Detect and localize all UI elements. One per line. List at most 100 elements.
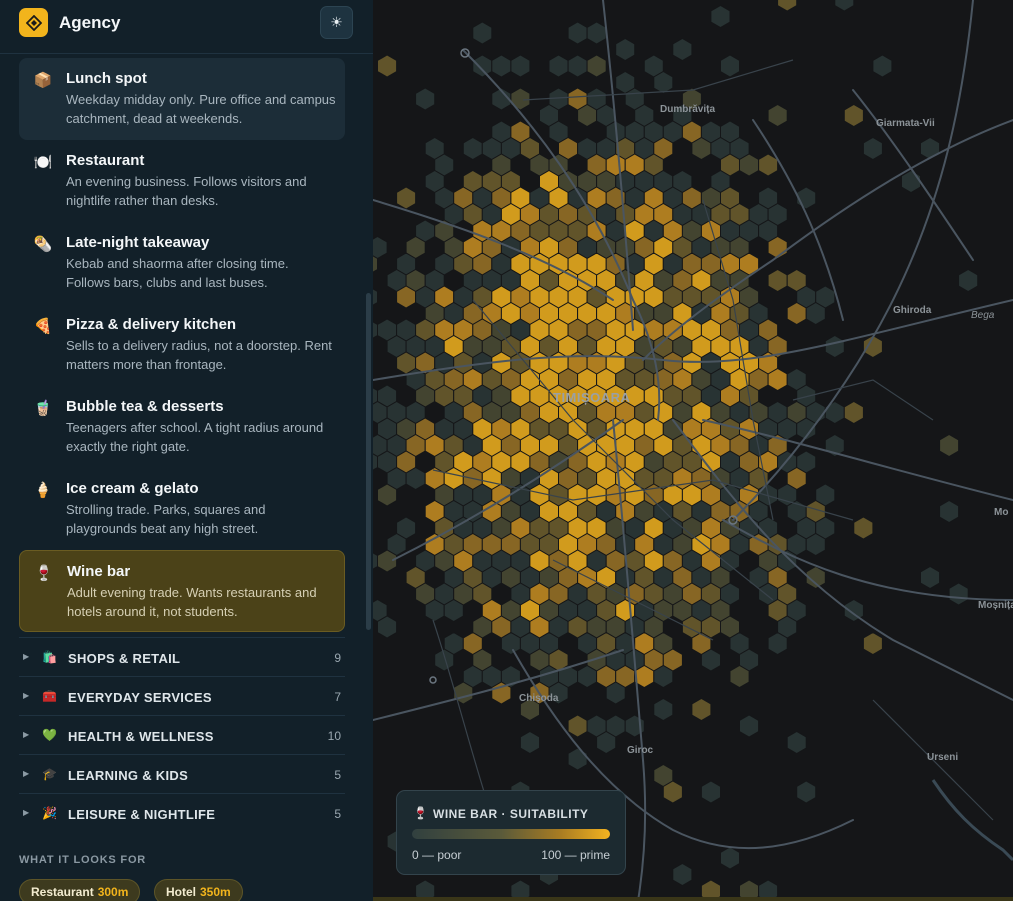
hex-cell — [462, 136, 483, 161]
hex-cell — [491, 54, 512, 78]
group-learning-kids[interactable]: ▶ 🎓 LEARNING & KIDS 5 — [19, 754, 345, 793]
junction-marker — [429, 676, 437, 684]
business-card-description: Kebab and shaorma after closing time. Fo… — [66, 256, 289, 290]
group-leisure-nightlife[interactable]: ▶ 🎉 LEISURE & NIGHTLIFE 5 — [19, 793, 345, 832]
pizza-icon: 🍕 — [33, 318, 53, 335]
business-card-title: Late-night takeaway — [66, 234, 210, 251]
hex-cell — [805, 532, 826, 557]
caret-right-icon: ▶ — [23, 691, 30, 700]
hex-cell — [691, 136, 712, 161]
graduation-cap-icon: 🎓 — [42, 767, 57, 781]
hex-cell — [510, 54, 531, 78]
business-card-pizza-delivery[interactable]: 🍕 Pizza & delivery kitchen Sells to a de… — [19, 304, 345, 386]
place-label: Urseni — [927, 752, 959, 763]
hex-cell — [824, 400, 845, 425]
party-icon: 🎉 — [42, 806, 57, 820]
business-card-restaurant[interactable]: 🍽️ Restaurant An evening business. Follo… — [19, 140, 345, 222]
hex-cell — [786, 301, 807, 326]
hex-cell — [796, 780, 817, 804]
business-card-description: Strolling trade. Parks, squares and play… — [66, 502, 266, 536]
place-label: Giarmata-Vii — [876, 118, 935, 129]
business-card-title: Lunch spot — [66, 70, 147, 87]
group-health-wellness[interactable]: ▶ 💚 HEALTH & WELLNESS 10 — [19, 715, 345, 754]
hex-cell — [373, 288, 378, 306]
theme-toggle-button[interactable]: ☀ — [320, 6, 353, 39]
business-card-description: Weekday midday only. Pure office and cam… — [66, 92, 336, 126]
group-shops-retail[interactable]: ▶ 🛍️ SHOPS & RETAIL 9 — [19, 637, 345, 676]
sidebar-header: Agency ☀ — [0, 0, 373, 54]
hex-cell — [767, 631, 788, 656]
map-bottom-edge — [373, 897, 1013, 901]
river-label: Bega — [971, 310, 995, 321]
app-title: Agency — [59, 13, 121, 32]
shopping-bag-icon: 🛍️ — [42, 650, 57, 664]
hex-cell — [519, 730, 540, 755]
hex-cell — [653, 70, 674, 95]
hex-cell — [901, 169, 921, 194]
chip-label: Restaurant — [31, 885, 94, 899]
river — [931, 779, 1013, 862]
hex-cell — [939, 499, 960, 524]
hex-cell — [415, 87, 436, 111]
heart-icon: 💚 — [42, 728, 57, 742]
criteria-chip-restaurant: Restaurant 300m — [19, 879, 141, 901]
group-count: 5 — [334, 768, 341, 782]
app-logo — [19, 8, 48, 37]
chip-label: Hotel — [166, 885, 196, 899]
hex-cell — [739, 714, 760, 738]
hex-cell — [700, 780, 721, 804]
hex-cell — [843, 103, 864, 128]
hex-cell — [720, 54, 740, 78]
bubble-tea-icon: 🧋 — [33, 400, 53, 417]
legend-gradient-bar — [412, 829, 610, 839]
business-card-lunch-spot[interactable]: 📦 Lunch spot Weekday midday only. Pure o… — [19, 58, 345, 140]
sidebar-scrollbar[interactable] — [366, 293, 371, 630]
ice-cream-icon: 🍦 — [33, 482, 53, 499]
legend-title: WINE BAR · SUITABILITY — [433, 807, 589, 821]
hex-cell — [377, 483, 398, 507]
business-card-late-night-takeaway[interactable]: 🌯 Late-night takeaway Kebab and shaorma … — [19, 222, 345, 304]
group-everyday-services[interactable]: ▶ 🧰 EVERYDAY SERVICES 7 — [19, 676, 345, 715]
hex-cell — [586, 21, 607, 45]
hex-cell — [373, 552, 378, 570]
business-card-title: Bubble tea & desserts — [66, 398, 224, 415]
business-card-description: An evening business. Follows visitors an… — [66, 174, 307, 208]
hex-cell — [405, 466, 426, 491]
group-label: LEARNING & KIDS — [68, 768, 189, 783]
business-card-bubble-tea[interactable]: 🧋 Bubble tea & desserts Teenagers after … — [19, 386, 345, 468]
place-label: Ghiroda — [893, 305, 932, 316]
hex-cell — [396, 285, 417, 309]
hex-cell — [396, 186, 417, 210]
group-count: 10 — [327, 729, 341, 743]
business-card-ice-cream[interactable]: 🍦 Ice cream & gelato Strolling trade. Pa… — [19, 468, 345, 550]
hex-cell — [605, 681, 626, 705]
takeout-box-icon: 📦 — [33, 72, 53, 89]
hex-cell — [805, 301, 826, 326]
hex-cell — [373, 235, 388, 260]
legend-min-label: 0 — poor — [412, 848, 462, 862]
hex-cell — [853, 516, 874, 540]
hex-cell — [843, 400, 864, 425]
hex-cell — [700, 648, 721, 672]
map-canvas — [373, 0, 1013, 901]
hex-cell — [377, 549, 398, 573]
business-card-wine-bar[interactable]: 🍷 Wine bar Adult evening trade. Wants re… — [19, 550, 345, 632]
hex-cell — [939, 433, 960, 458]
hex-cell — [472, 21, 493, 45]
hex-cell — [920, 136, 941, 161]
hex-cell — [672, 37, 693, 62]
business-card-description: Adult evening trade. Wants restaurants a… — [67, 585, 317, 619]
hex-cell — [424, 598, 445, 623]
hex-cell — [767, 268, 788, 293]
hex-cell — [577, 103, 598, 128]
caret-right-icon: ▶ — [23, 808, 30, 817]
group-label: SHOPS & RETAIL — [68, 651, 181, 666]
hex-cell — [834, 0, 855, 12]
hex-cell — [443, 598, 464, 623]
hex-cell — [548, 54, 569, 78]
hex-cell — [472, 54, 493, 78]
business-card-description: Teenagers after school. A tight radius a… — [66, 420, 324, 454]
hex-cell — [862, 631, 883, 656]
map-view[interactable]: Dumbrăvița Giarmata-Vii Ghiroda Chișoda … — [373, 0, 1013, 901]
business-card-title: Restaurant — [66, 152, 145, 169]
